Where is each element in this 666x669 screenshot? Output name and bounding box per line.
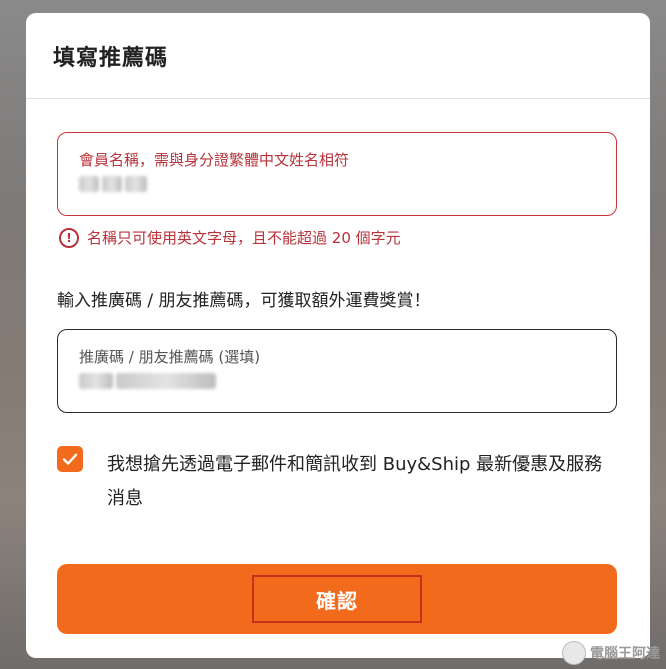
dialog-header: 填寫推薦碼: [26, 13, 650, 99]
referral-promo-text: 輸入推廣碼 / 朋友推薦碼，可獲取額外運費獎賞！: [57, 291, 431, 311]
confirm-button[interactable]: 確認: [57, 564, 617, 634]
confirm-button-label: 確認: [316, 590, 358, 613]
name-validation-error: ! 名稱只可使用英文字母，且不能超過 20 個字元: [59, 227, 401, 248]
referral-code-field[interactable]: 推廣碼 / 朋友推薦碼 (選填): [57, 329, 617, 413]
referral-code-dialog: 填寫推薦碼 會員名稱，需與身分證繁體中文姓名相符 ! 名稱只可使用英文字母，且不…: [26, 13, 650, 658]
member-name-field[interactable]: 會員名稱，需與身分證繁體中文姓名相符: [57, 132, 617, 216]
site-watermark: 電腦王阿達: [562, 641, 660, 665]
consent-label[interactable]: 我想搶先透過電子郵件和簡訊收到 Buy&Ship 最新優惠及服務消息: [107, 448, 617, 516]
member-name-label: 會員名稱，需與身分證繁體中文姓名相符: [79, 151, 350, 169]
consent-checkbox[interactable]: [57, 446, 83, 472]
referral-code-label: 推廣碼 / 朋友推薦碼 (選填): [79, 348, 261, 366]
exclamation-circle-icon: !: [59, 227, 79, 248]
referral-code-value-redacted: [79, 370, 216, 392]
confirm-highlight-box: 確認: [252, 575, 422, 623]
dialog-title: 填寫推薦碼: [53, 45, 169, 71]
checkmark-icon: [62, 453, 78, 465]
member-name-value-redacted: [79, 173, 147, 195]
watermark-logo-icon: [562, 641, 586, 665]
error-message: 名稱只可使用英文字母，且不能超過 20 個字元: [87, 229, 401, 247]
watermark-text: 電腦王阿達: [590, 646, 660, 662]
